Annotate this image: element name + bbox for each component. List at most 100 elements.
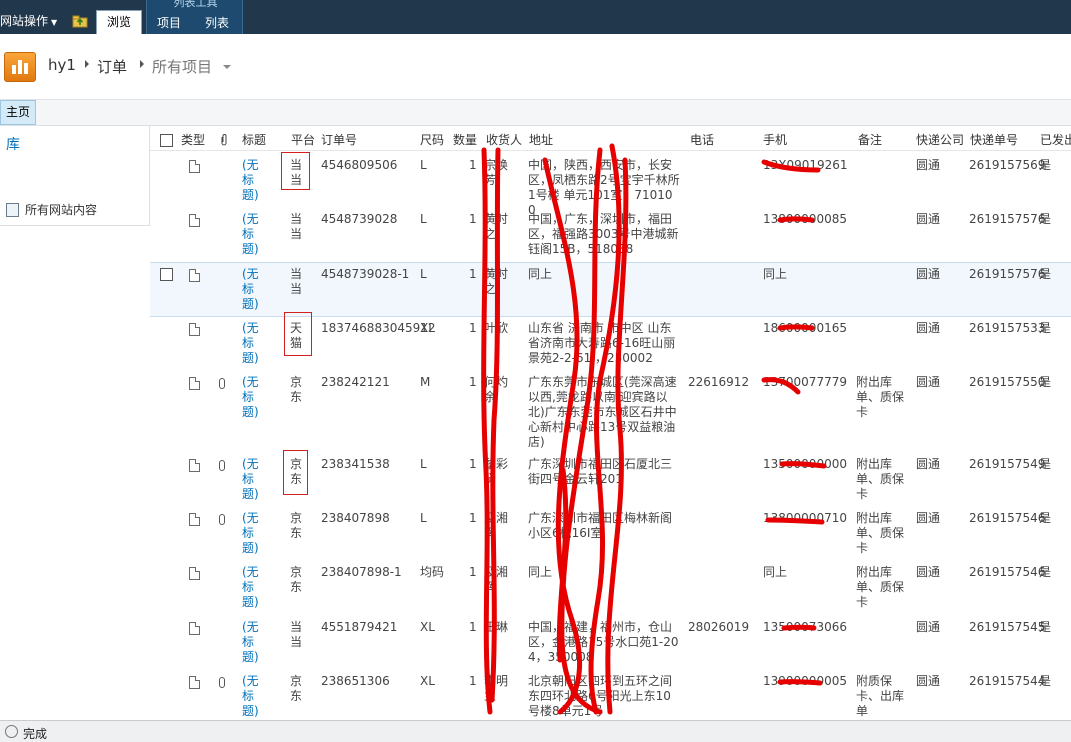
site-logo[interactable] xyxy=(4,52,36,82)
cell-size: XL xyxy=(420,674,435,688)
cell-qty: 1 xyxy=(469,158,477,172)
cell-size: 均码 xyxy=(420,565,445,579)
cell-note: 附出库单、质保卡 xyxy=(856,565,905,609)
cell-order-no: 238651306 xyxy=(321,674,390,688)
list-tools-title: 列表工具 xyxy=(173,0,218,9)
column-header-type[interactable]: 类型 xyxy=(181,131,205,148)
cell-platform: 京东 xyxy=(290,375,303,404)
cell-order-no: 238407898 xyxy=(321,511,390,525)
document-icon xyxy=(189,459,200,472)
cell-mobile: 13800000085 xyxy=(763,212,847,226)
cell-receiver: 及湘辉 xyxy=(484,511,509,540)
cell-address: 广东东莞市东城区(莞深高速以西,莞龙路以南,迎宾路以北)广东东莞市东城区石井中心… xyxy=(528,375,677,449)
column-header-receiver[interactable]: 收货人 xyxy=(486,131,522,148)
cell-title[interactable]: (无标题) xyxy=(242,212,270,257)
annotation-box xyxy=(281,152,310,190)
cell-address: 同上 xyxy=(528,267,553,281)
column-header-note[interactable]: 备注 xyxy=(858,131,882,148)
tab-home[interactable]: 主页 xyxy=(0,100,36,125)
cell-title[interactable]: (无标题) xyxy=(242,321,270,366)
column-header-mobile[interactable]: 手机 xyxy=(763,131,787,148)
list-tools-group: 列表工具 项目 列表 xyxy=(146,0,243,34)
attachment-column-icon[interactable] xyxy=(220,133,228,146)
cell-receiver: 何灼余 xyxy=(484,375,509,404)
site-actions-menu[interactable]: 网站操作 ▼ xyxy=(0,12,57,29)
cell-order-no: 4551879421 xyxy=(321,620,398,634)
tab-list[interactable]: 列表 xyxy=(205,14,229,31)
status-text: 完成 xyxy=(23,727,48,741)
cell-courier: 圆通 xyxy=(916,620,941,634)
cell-size: M xyxy=(420,375,431,389)
navigate-up-icon[interactable] xyxy=(72,14,88,28)
row-checkbox[interactable] xyxy=(160,268,173,281)
cell-order-no: 183746883045912 xyxy=(321,321,436,335)
cell-qty: 1 xyxy=(469,620,477,634)
column-header-order-no[interactable]: 订单号 xyxy=(321,131,357,148)
done-check-icon xyxy=(5,725,18,738)
cell-title[interactable]: (无标题) xyxy=(242,158,270,203)
view-dropdown-icon[interactable] xyxy=(223,65,231,69)
header-divider xyxy=(150,150,1071,151)
nav-all-site-content[interactable]: 所有网站内容 xyxy=(6,201,97,218)
document-icon xyxy=(189,622,200,635)
column-header-phone[interactable]: 电话 xyxy=(690,131,714,148)
cell-qty: 1 xyxy=(469,375,477,389)
cell-shipped: 是 xyxy=(1039,565,1052,579)
cell-order-no: 4546809506 xyxy=(321,158,398,172)
cell-receiver: 黎彩贤 xyxy=(484,457,509,486)
cell-platform: 京东 xyxy=(290,511,303,540)
cell-title[interactable]: (无标题) xyxy=(242,674,270,719)
cell-shipped: 是 xyxy=(1039,375,1052,389)
column-header-size[interactable]: 尺码 xyxy=(420,131,444,148)
top-link-bar: 主页 xyxy=(0,100,1071,126)
cell-qty: 1 xyxy=(469,565,477,579)
cell-shipped: 是 xyxy=(1039,267,1052,281)
cell-mobile: 13X09019261 xyxy=(763,158,848,172)
cell-address: 中国，福建，福州市，仓山区，金港路15号水口苑1-204，350008 xyxy=(528,620,679,664)
breadcrumb-site[interactable]: hy1 xyxy=(48,56,76,74)
cell-receiver: 宗焕芳 xyxy=(484,158,509,187)
column-header-shipped[interactable]: 已发出 xyxy=(1040,131,1071,148)
breadcrumb-list[interactable]: 订单 xyxy=(97,56,127,77)
nav-library[interactable]: 库 xyxy=(6,134,20,154)
cell-tracking: 2619157569 xyxy=(969,158,1046,172)
cell-tracking: 2619157550 xyxy=(969,375,1046,389)
chevron-down-icon: ▼ xyxy=(51,18,58,27)
select-all-checkbox[interactable] xyxy=(160,134,173,147)
cell-size: L xyxy=(420,212,427,226)
column-header-title[interactable]: 标题 xyxy=(242,131,266,148)
column-header-address[interactable]: 地址 xyxy=(529,131,553,148)
cell-size: XL xyxy=(420,620,435,634)
cell-tracking: 2619157545 xyxy=(969,620,1046,634)
cell-mobile: 同上 xyxy=(763,267,788,281)
cell-shipped: 是 xyxy=(1039,321,1052,335)
cell-tracking: 2619157533 xyxy=(969,321,1046,335)
cell-platform: 当当 xyxy=(290,620,303,649)
breadcrumb-view[interactable]: 所有项目 xyxy=(152,56,212,77)
cell-mobile: 13500000000 xyxy=(763,457,847,471)
tab-items[interactable]: 项目 xyxy=(157,14,181,31)
cell-courier: 圆通 xyxy=(916,267,941,281)
cell-mobile: 13700077779 xyxy=(763,375,847,389)
cell-address: 中国，陕西，西安市，长安区，凤栖东路2号宝宇千林所1号楼 单元101室，7101… xyxy=(528,158,680,217)
tab-browse[interactable]: 浏览 xyxy=(96,10,142,34)
column-header-courier[interactable]: 快递公司 xyxy=(916,131,964,148)
annotation-box xyxy=(284,312,312,356)
column-header-platform[interactable]: 平台 xyxy=(291,131,315,148)
cell-title[interactable]: (无标题) xyxy=(242,565,270,610)
cell-title[interactable]: (无标题) xyxy=(242,620,270,665)
cell-title[interactable]: (无标题) xyxy=(242,375,270,420)
cell-title[interactable]: (无标题) xyxy=(242,511,270,556)
column-header-qty[interactable]: 数量 xyxy=(453,131,477,148)
cell-receiver: 黄时之 xyxy=(484,267,509,296)
cell-receiver: 叶欣 xyxy=(484,321,509,335)
column-header-tracking[interactable]: 快递单号 xyxy=(970,131,1018,148)
cell-receiver: 黄时之 xyxy=(484,212,509,241)
cell-shipped: 是 xyxy=(1039,511,1052,525)
cell-order-no: 238242121 xyxy=(321,375,390,389)
cell-mobile: 同上 xyxy=(763,565,788,579)
attachment-icon xyxy=(219,677,225,688)
cell-title[interactable]: (无标题) xyxy=(242,457,270,502)
cell-receiver: 王琳 xyxy=(484,620,509,634)
cell-title[interactable]: (无标题) xyxy=(242,267,270,312)
